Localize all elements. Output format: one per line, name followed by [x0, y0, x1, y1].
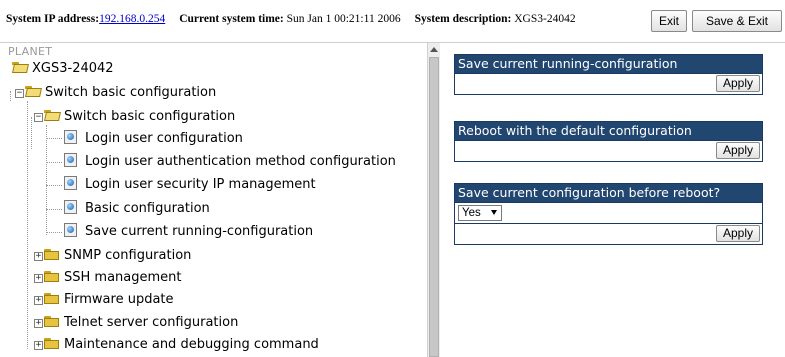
tree-line — [46, 138, 62, 139]
reboot-default-panel: Reboot with the default configuration Ap… — [454, 121, 763, 162]
tree-line — [10, 91, 11, 101]
tree-line — [46, 185, 62, 186]
tree-page-label: Login user configuration — [85, 131, 243, 146]
panel-title: Save current running-configuration — [455, 55, 762, 73]
save-before-reboot-panel: Save current configuration before reboot… — [454, 183, 763, 245]
tree-folder-label: Maintenance and debugging command — [64, 337, 319, 352]
scrollbar-thumb[interactable] — [429, 57, 439, 357]
tree-line — [46, 232, 62, 233]
tree-line — [46, 162, 62, 163]
panel-action-row: Apply — [455, 140, 762, 161]
tree-page-login-security-ip[interactable]: Login user security IP management — [64, 175, 316, 195]
expand-toggle-icon[interactable]: + — [34, 296, 43, 305]
expand-toggle-icon[interactable]: + — [34, 252, 43, 261]
folder-icon — [44, 293, 60, 304]
tree-line — [46, 125, 47, 235]
panel-title: Save current configuration before reboot… — [455, 184, 762, 202]
scroll-up-arrow-icon[interactable] — [430, 47, 438, 52]
system-info: System IP address:192.168.0.254 Current s… — [6, 13, 576, 25]
save-before-reboot-apply-button[interactable]: Apply — [715, 225, 760, 242]
tree-subgroup-node[interactable]: − Switch basic configuration — [34, 107, 235, 127]
reboot-apply-button[interactable]: Apply — [715, 142, 760, 159]
panel-action-row: Apply — [455, 223, 762, 244]
panel-action-row: Apply — [455, 73, 762, 94]
description-label: System description: — [414, 13, 512, 25]
panel-title: Reboot with the default configuration — [455, 122, 762, 140]
save-running-config-panel: Save current running-configuration Apply — [454, 54, 763, 95]
tree-folder-label: SNMP configuration — [64, 248, 192, 263]
collapse-toggle-icon[interactable]: − — [15, 89, 24, 98]
tree-page-label: Login user authentication method configu… — [85, 154, 396, 169]
description-value: XGS3-24042 — [514, 13, 576, 25]
tree-page-login-auth-method[interactable]: Login user authentication method configu… — [64, 152, 396, 172]
tree-line — [27, 101, 28, 349]
tree-folder-maintenance[interactable]: + Maintenance and debugging command — [34, 335, 319, 355]
save-apply-button[interactable]: Apply — [715, 75, 760, 92]
ip-link[interactable]: 192.168.0.254 — [99, 13, 165, 25]
page-icon — [64, 130, 77, 144]
tree-subgroup-label: Switch basic configuration — [64, 109, 236, 124]
folder-icon — [44, 338, 60, 349]
tree-page-label: Save current running-configuration — [85, 224, 314, 239]
tree-line — [46, 209, 62, 210]
expand-toggle-icon[interactable]: + — [34, 319, 43, 328]
exit-button[interactable]: Exit — [651, 10, 687, 32]
save-before-reboot-select[interactable]: Yes — [458, 205, 502, 221]
tree-root-label: PLANET — [8, 45, 53, 58]
tree-folder-snmp[interactable]: + SNMP configuration — [34, 246, 191, 266]
folder-open-icon — [44, 110, 60, 121]
folder-icon — [44, 249, 60, 260]
navigation-tree: PLANET XGS3-24042 − Switch basic configur… — [0, 43, 427, 357]
tree-page-login-user-config[interactable]: Login user configuration — [64, 129, 243, 149]
ip-label: System IP address: — [6, 13, 100, 25]
tree-group-node[interactable]: − Switch basic configuration — [15, 83, 216, 103]
expand-toggle-icon[interactable]: + — [34, 341, 43, 350]
time-value: Sun Jan 1 00:21:11 2006 — [286, 13, 401, 25]
save-and-exit-button[interactable]: Save & Exit — [692, 10, 782, 32]
folder-icon — [44, 271, 60, 282]
folder-icon — [44, 316, 60, 327]
tree-folder-ssh[interactable]: + SSH management — [34, 268, 182, 288]
collapse-toggle-icon[interactable]: − — [34, 113, 43, 122]
page-icon — [64, 200, 77, 214]
tree-folder-telnet[interactable]: + Telnet server configuration — [34, 313, 238, 333]
page-icon — [64, 223, 77, 237]
tree-page-label: Basic configuration — [85, 201, 210, 216]
tree-group-label: Switch basic configuration — [45, 85, 217, 100]
tree-device-node[interactable]: XGS3-24042 — [12, 59, 114, 79]
tree-folder-label: Telnet server configuration — [64, 315, 239, 330]
page-icon — [64, 153, 77, 167]
tree-line — [31, 117, 32, 149]
folder-open-icon — [25, 86, 41, 97]
tree-device-label: XGS3-24042 — [32, 61, 114, 76]
folder-open-icon — [12, 62, 28, 73]
tree-folder-label: SSH management — [64, 270, 182, 285]
page-icon — [64, 176, 77, 190]
tree-scrollbar[interactable] — [427, 43, 440, 357]
tree-page-label: Login user security IP management — [85, 177, 316, 192]
tree-folder-firmware[interactable]: + Firmware update — [34, 290, 174, 310]
tree-page-save-running-config[interactable]: Save current running-configuration — [64, 222, 313, 242]
tree-page-basic-config[interactable]: Basic configuration — [64, 199, 210, 219]
tree-folder-label: Firmware update — [64, 292, 174, 307]
panel-select-row: Yes — [455, 202, 762, 223]
status-bar: System IP address:192.168.0.254 Current s… — [0, 0, 785, 43]
chevron-down-icon — [491, 210, 497, 215]
time-label: Current system time: — [179, 13, 284, 25]
expand-toggle-icon[interactable]: + — [34, 274, 43, 283]
select-value: Yes — [462, 207, 481, 219]
